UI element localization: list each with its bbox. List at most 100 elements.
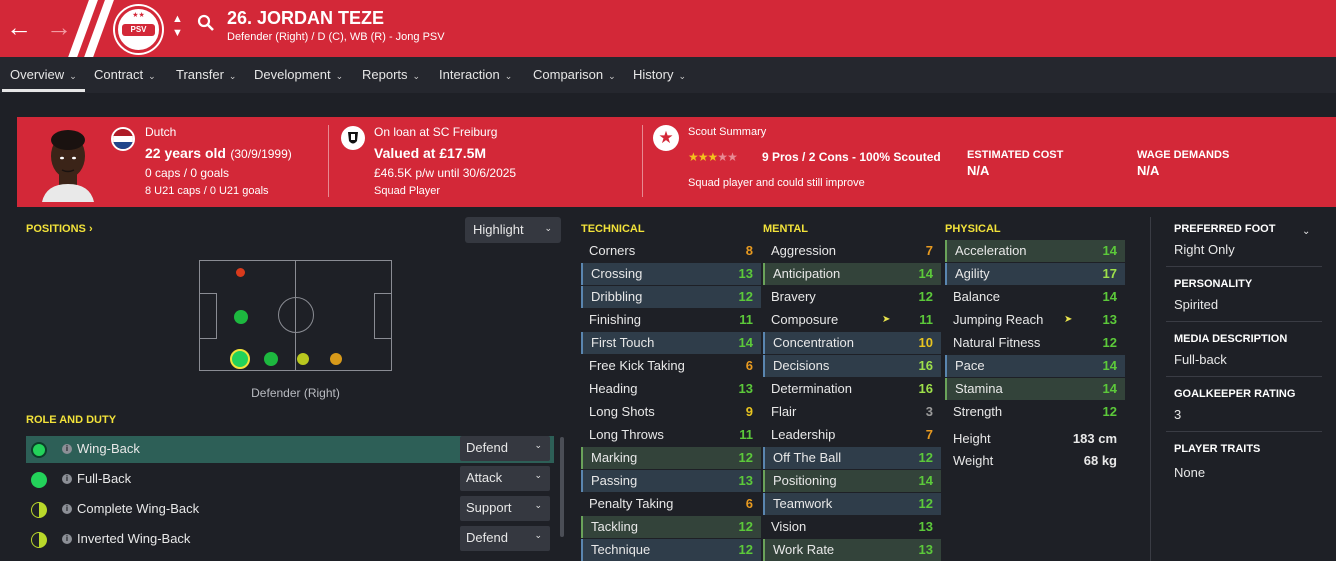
attribute-value: 8 (745, 243, 753, 258)
attribute-name: Flair (771, 404, 797, 419)
attribute-row[interactable]: Concentration 10 (763, 332, 941, 354)
attribute-row[interactable]: Work Rate 13 (763, 539, 941, 561)
attribute-row[interactable]: Leadership 7 (763, 424, 941, 446)
club-crest-icon[interactable]: ★★ PSV (115, 6, 162, 53)
attribute-row[interactable]: Jumping Reach 13 (945, 309, 1125, 331)
attribute-row[interactable]: Balance 14 (945, 286, 1125, 308)
chevron-down-icon[interactable]: ⌄ (1302, 226, 1310, 237)
menu-comparison[interactable]: Comparison ⌄ (533, 67, 616, 82)
menu-reports[interactable]: Reports ⌄ (362, 67, 420, 82)
attribute-row[interactable]: Heading 13 (581, 378, 761, 400)
attribute-row[interactable]: Finishing 11 (581, 309, 761, 331)
divider (328, 125, 329, 197)
position-dot-natural (264, 352, 278, 366)
info-icon[interactable]: i (62, 474, 72, 484)
attribute-row[interactable]: Marking 12 (581, 447, 761, 469)
goalkeeper-rating-value: 3 (1174, 407, 1182, 422)
attribute-name: Passing (591, 473, 638, 488)
role-row[interactable]: i Inverted Wing-Back Defend ⌄ (26, 526, 554, 553)
sidebar-divider (1150, 217, 1151, 561)
menu-label: Interaction (439, 67, 500, 82)
attribute-row[interactable]: Agility 17 (945, 263, 1125, 285)
weight-label: Weight (953, 453, 994, 468)
role-suitability-icon (31, 502, 47, 518)
highlight-dropdown[interactable]: Highlight ⌄ (465, 217, 561, 243)
attribute-name: Natural Fitness (953, 335, 1041, 350)
star-empty-icon: ★ (727, 150, 738, 164)
attribute-row[interactable]: Natural Fitness 12 (945, 332, 1125, 354)
info-icon[interactable]: i (62, 534, 72, 544)
roles-scrollbar[interactable] (560, 437, 564, 537)
attribute-value: 7 (925, 243, 933, 258)
sc-freiburg-crest-icon[interactable] (341, 126, 365, 150)
attribute-row[interactable]: Long Throws 11 (581, 424, 761, 446)
attribute-row[interactable]: Bravery 12 (763, 286, 941, 308)
crest-text: PSV (122, 24, 155, 36)
menu-label: Comparison (533, 67, 604, 82)
attribute-row[interactable]: Crossing 13 (581, 263, 761, 285)
attribute-row[interactable]: Flair 3 (763, 401, 941, 423)
back-arrow-icon[interactable]: ← (6, 12, 32, 42)
attribute-row[interactable]: Anticipation 14 (763, 263, 941, 285)
attribute-row[interactable]: Vision 13 (763, 516, 941, 538)
info-icon[interactable]: i (62, 504, 72, 514)
attribute-name: Balance (953, 289, 1000, 304)
menu-interaction[interactable]: Interaction ⌄ (439, 67, 512, 82)
attribute-row[interactable]: Free Kick Taking 6 (581, 355, 761, 377)
duty-dropdown[interactable]: Defend ⌄ (460, 436, 550, 461)
duty-dropdown[interactable]: Attack ⌄ (460, 466, 550, 491)
divider (1166, 266, 1322, 267)
role-name: Complete Wing-Back (77, 501, 200, 516)
duty-dropdown[interactable]: Defend ⌄ (460, 526, 550, 551)
attribute-row[interactable]: Composure 11 (763, 309, 941, 331)
attribute-row[interactable]: Tackling 12 (581, 516, 761, 538)
attribute-row[interactable]: Dribbling 12 (581, 286, 761, 308)
forward-arrow-icon[interactable]: → (46, 12, 72, 42)
search-icon[interactable] (197, 14, 215, 32)
info-icon[interactable]: i (62, 444, 72, 454)
positions-title[interactable]: POSITIONS › (26, 223, 93, 235)
attribute-value: 12 (738, 542, 753, 557)
attribute-row[interactable]: Penalty Taking 6 (581, 493, 761, 515)
attribute-value: 14 (918, 473, 933, 488)
attribute-row[interactable]: Passing 13 (581, 470, 761, 492)
attribute-row[interactable]: Decisions 16 (763, 355, 941, 377)
attribute-row[interactable]: Determination 16 (763, 378, 941, 400)
role-row[interactable]: i Complete Wing-Back Support ⌄ (26, 496, 554, 523)
attribute-row[interactable]: Acceleration 14 (945, 240, 1125, 262)
menu-development[interactable]: Development ⌄ (254, 67, 343, 82)
scout-summary-title[interactable]: Scout Summary (688, 126, 766, 138)
attribute-value: 9 (745, 404, 753, 419)
role-row[interactable]: i Wing-Back Defend ⌄ (26, 436, 554, 463)
attribute-name: Finishing (589, 312, 642, 327)
attribute-row[interactable]: Teamwork 12 (763, 493, 941, 515)
attribute-row[interactable]: Corners 8 (581, 240, 761, 262)
attribute-row[interactable]: Positioning 14 (763, 470, 941, 492)
menu-contract[interactable]: Contract ⌄ (94, 67, 156, 82)
attribute-value: 13 (918, 542, 933, 557)
attribute-row[interactable]: Long Shots 9 (581, 401, 761, 423)
attribute-row[interactable]: Aggression 7 (763, 240, 941, 262)
attribute-value: 14 (1102, 289, 1117, 304)
attribute-name: Jumping Reach (953, 312, 1044, 327)
menu-history[interactable]: History ⌄ (633, 67, 686, 82)
attribute-row[interactable]: Off The Ball 12 (763, 447, 941, 469)
attribute-name: Concentration (773, 335, 854, 350)
duty-dropdown[interactable]: Support ⌄ (460, 496, 550, 521)
attribute-value: 14 (1102, 381, 1117, 396)
role-row[interactable]: i Full-Back Attack ⌄ (26, 466, 554, 493)
duty-label: Defend (466, 440, 508, 455)
loan-status[interactable]: On loan at SC Freiburg (374, 125, 497, 139)
attribute-row[interactable]: Pace 14 (945, 355, 1125, 377)
attribute-row[interactable]: Strength 12 (945, 401, 1125, 423)
player-up-down-icon[interactable]: ▲ ▼ (172, 12, 183, 40)
menu-overview[interactable]: Overview ⌄ (10, 67, 77, 82)
duty-label: Attack (466, 470, 503, 485)
attribute-row[interactable]: First Touch 14 (581, 332, 761, 354)
chevron-down-icon: ⌄ (69, 71, 77, 81)
attribute-row[interactable]: Technique 12 (581, 539, 761, 561)
estimated-cost-value: N/A (967, 163, 990, 178)
attribute-row[interactable]: Stamina 14 (945, 378, 1125, 400)
title-bar: ← → ★★ PSV ▲ ▼ 26. JORDAN TEZE Defender (… (0, 0, 1336, 57)
menu-transfer[interactable]: Transfer ⌄ (176, 67, 236, 82)
